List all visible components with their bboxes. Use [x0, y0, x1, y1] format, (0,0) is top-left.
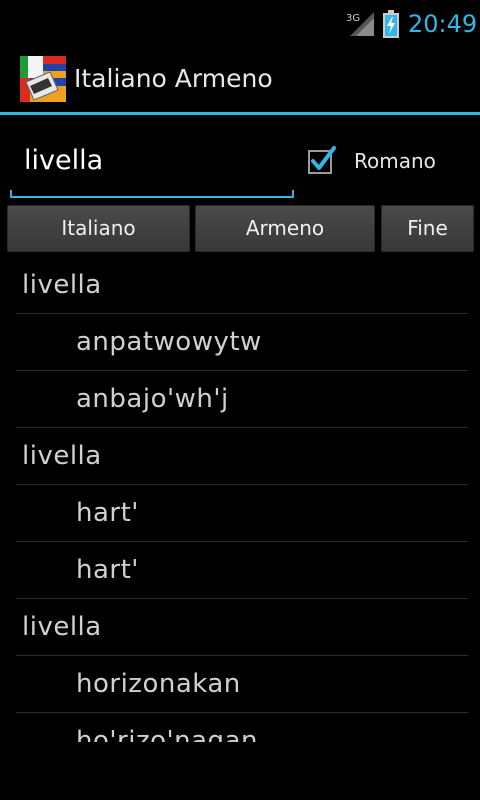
list-item-translation[interactable]: horizonakan	[16, 656, 468, 713]
translation-text: anbajo'wh'j	[76, 384, 229, 414]
word-text: livella	[22, 441, 102, 471]
translation-text: hart'	[76, 555, 139, 585]
network-type-label: 3G	[346, 13, 360, 24]
romano-label[interactable]: Romano	[354, 146, 436, 176]
search-input[interactable]: livella	[14, 135, 292, 187]
battery-charging-icon	[383, 10, 399, 38]
armeno-button[interactable]: Armeno	[195, 205, 375, 252]
word-text: livella	[22, 612, 102, 642]
translation-text: horizonakan	[76, 669, 241, 699]
word-text: livella	[22, 270, 102, 300]
action-bar: Italiano Armeno	[0, 48, 480, 112]
status-bar: 3G 20:49	[0, 0, 480, 48]
action-bar-divider	[0, 112, 480, 115]
romano-checkbox[interactable]	[308, 146, 336, 174]
results-list[interactable]: livella anpatwowytw anbajo'wh'j livella …	[0, 257, 480, 742]
list-item-translation[interactable]: hart'	[16, 485, 468, 542]
list-item-translation[interactable]: hart'	[16, 542, 468, 599]
translation-text: hart'	[76, 498, 139, 528]
app-title: Italiano Armeno	[74, 64, 273, 93]
translation-text: ho'rizo'nagan	[76, 726, 258, 742]
list-item-translation[interactable]: anbajo'wh'j	[16, 371, 468, 428]
list-item-word[interactable]: livella	[16, 428, 468, 485]
list-item-word[interactable]: livella	[16, 599, 468, 656]
status-clock: 20:49	[408, 10, 478, 38]
translation-text: anpatwowytw	[76, 327, 262, 357]
list-item-translation[interactable]: anpatwowytw	[16, 314, 468, 371]
app-logo-icon[interactable]	[20, 56, 66, 102]
signal-3g-icon: 3G	[346, 12, 374, 36]
search-input-underline	[10, 190, 294, 198]
fine-button[interactable]: Fine	[381, 205, 474, 252]
list-item-translation[interactable]: ho'rizo'nagan	[16, 713, 468, 742]
list-item-word[interactable]: livella	[16, 257, 468, 314]
italiano-button[interactable]: Italiano	[7, 205, 190, 252]
